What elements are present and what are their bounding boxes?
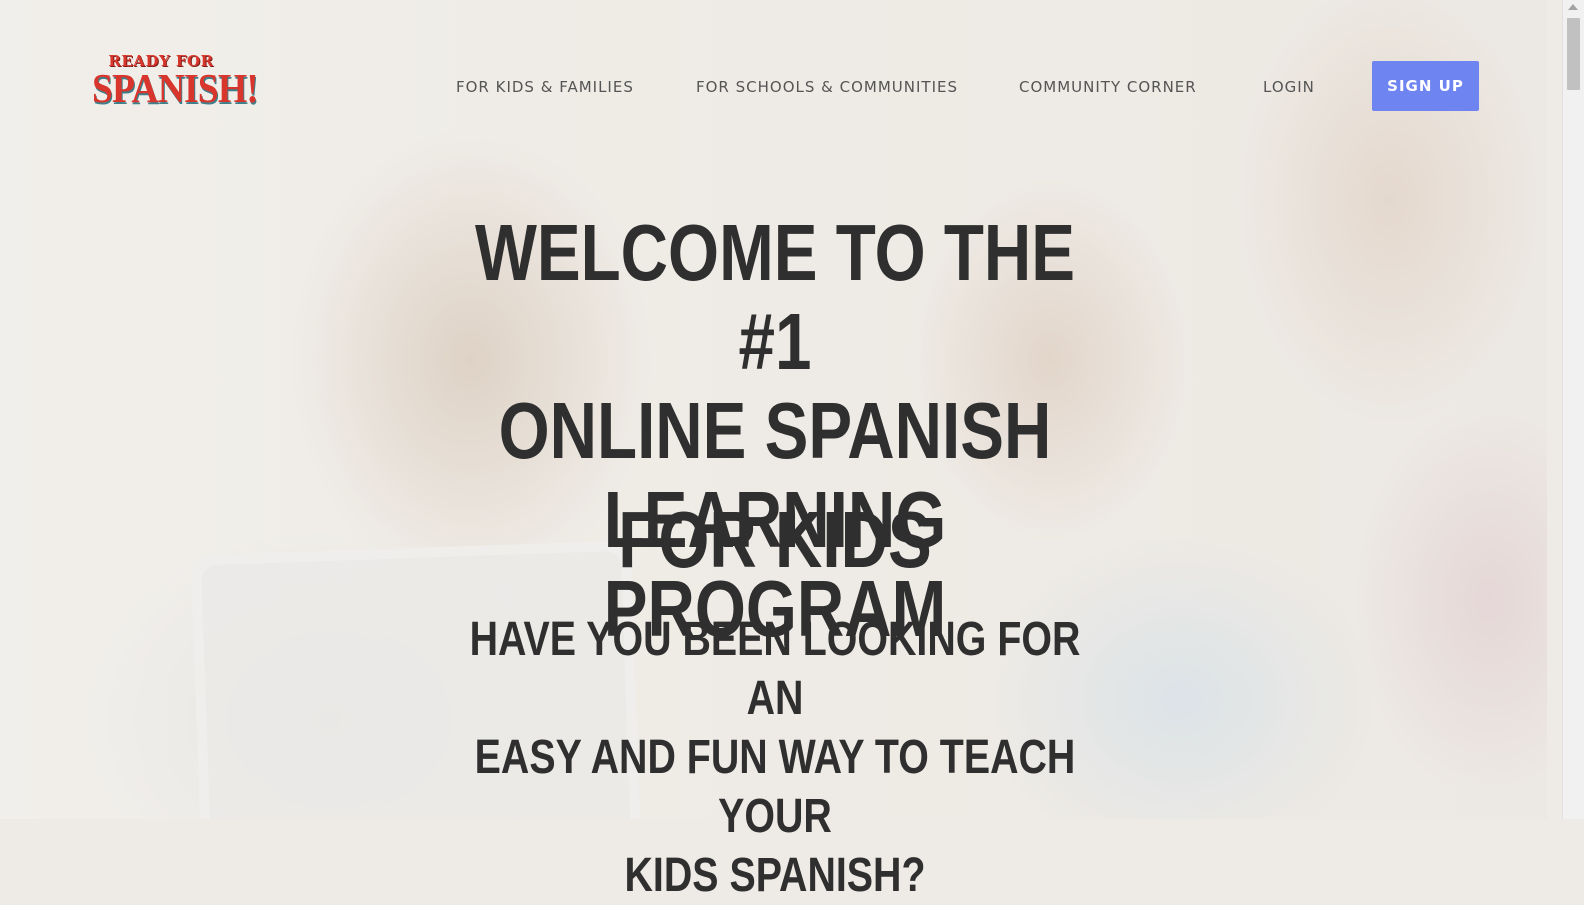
scroll-up-arrow-icon[interactable]: [1568, 4, 1578, 10]
nav-login[interactable]: LOGIN: [1263, 78, 1315, 96]
hero-question: HAVE YOU BEEN LOOKING FOR AN EASY AND FU…: [463, 610, 1086, 905]
hero-title: WELCOME TO THE #1 ONLINE SPANISH LEARNIN…: [451, 208, 1099, 653]
nav-for-kids-families[interactable]: FOR KIDS & FAMILIES: [456, 78, 634, 96]
sign-up-button[interactable]: SIGN UP: [1372, 61, 1479, 111]
hero-title-line: ONLINE SPANISH: [498, 386, 1052, 475]
hero-subtitle: FOR KIDS: [618, 495, 932, 584]
hero-question-line: EASY AND FUN WAY TO TEACH YOUR: [474, 731, 1076, 843]
nav-for-schools-communities[interactable]: FOR SCHOOLS & COMMUNITIES: [696, 78, 958, 96]
vertical-scrollbar[interactable]: [1562, 0, 1584, 819]
hero-title-line: WELCOME TO THE #1: [474, 208, 1076, 386]
scrollbar-thumb[interactable]: [1567, 18, 1580, 90]
nav-community-corner[interactable]: COMMUNITY CORNER: [1019, 78, 1197, 96]
main-nav: FOR KIDS & FAMILIES FOR SCHOOLS & COMMUN…: [0, 60, 1547, 112]
hero-question-line: KIDS SPANISH?: [624, 849, 926, 902]
hero-question-line: HAVE YOU BEEN LOOKING FOR AN: [469, 613, 1081, 725]
